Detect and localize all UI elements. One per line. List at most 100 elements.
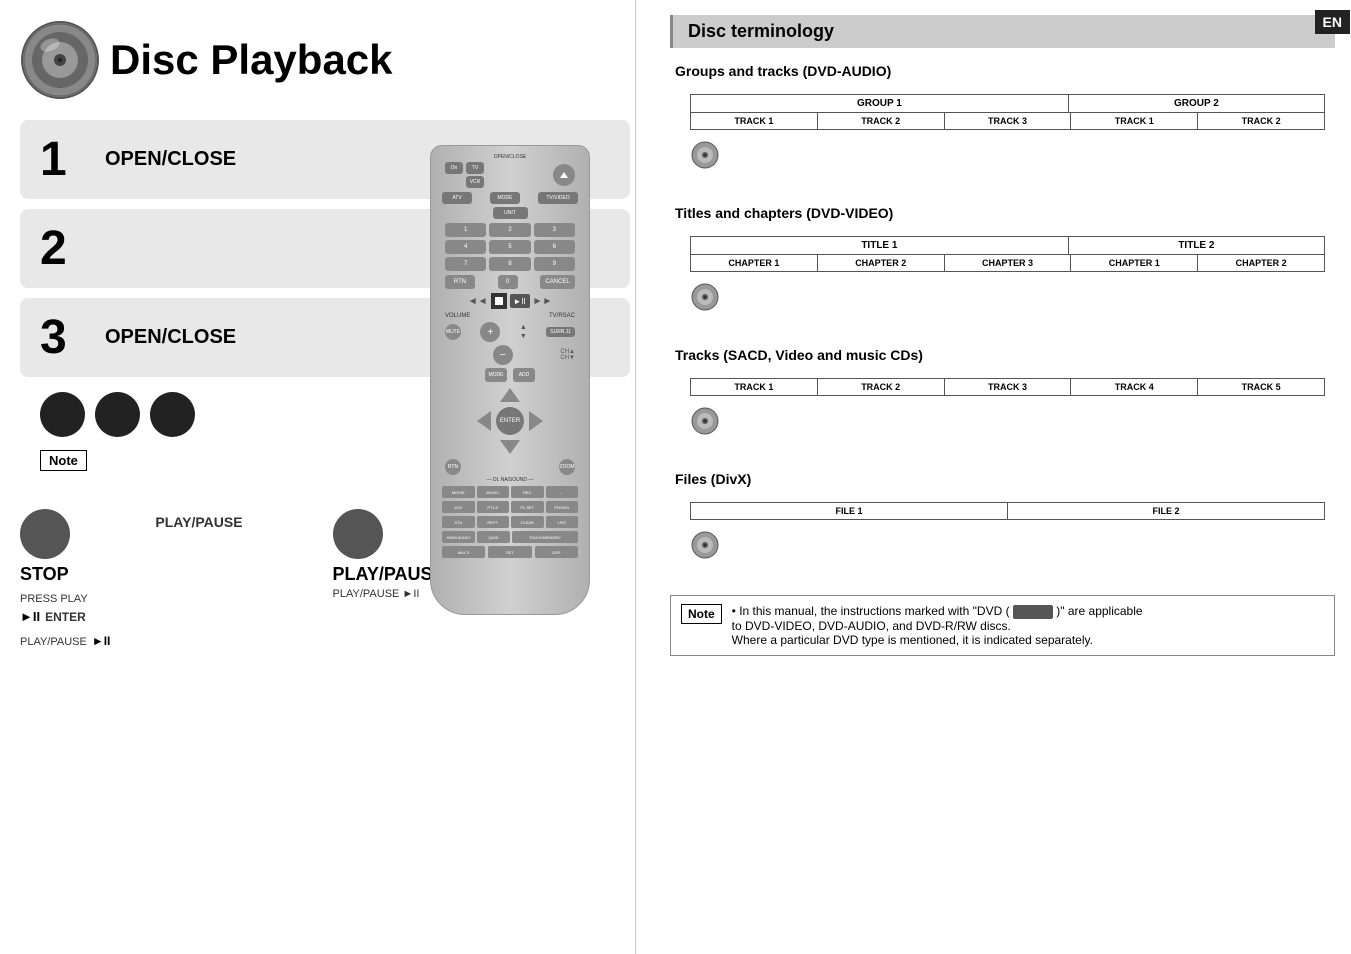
right-section: PLAY/PAUSE PLAY/PAUSE ►II xyxy=(333,509,445,600)
remote-num-0[interactable]: 0 xyxy=(498,275,518,289)
track-1: TRACK 1 xyxy=(691,113,818,129)
sacd-track-5: TRACK 5 xyxy=(1198,379,1324,395)
title-header-row: TITLE 1 TITLE 2 xyxy=(691,237,1324,255)
remote-touchmemory-btn[interactable]: TOUCHMEMORY xyxy=(512,531,578,543)
remote-openclose-label: OPEN/CLOSE xyxy=(437,154,583,160)
remote-control: OPEN/CLOSE On TV VCR ATV MODE TV/VIDEO U… xyxy=(430,145,590,615)
remote-return-btn[interactable]: RTN xyxy=(445,459,461,475)
title1-label: TITLE 1 xyxy=(691,237,1069,254)
group1-label: GROUP 1 xyxy=(691,95,1069,112)
remote-cancel-btn[interactable]: CANCEL xyxy=(540,275,575,289)
disc-symbol-2 xyxy=(690,282,720,312)
remote-music-btn[interactable]: MUSIC xyxy=(477,486,510,498)
step-2-number: 2 xyxy=(40,221,95,276)
chapter-5: CHAPTER 2 xyxy=(1198,255,1324,271)
remote-add-btn[interactable]: ADD xyxy=(513,368,535,382)
remote-multi3-btn[interactable]: DSP xyxy=(535,546,578,558)
note-text-2: )" are applicable xyxy=(1056,604,1142,618)
remote-clear-btn[interactable]: CLEAR xyxy=(511,516,544,528)
play-pause-middle-label: PLAY/PAUSE xyxy=(155,514,242,530)
remote-multi-btn[interactable]: MULTI xyxy=(442,546,485,558)
remote-nav-down[interactable] xyxy=(500,440,520,454)
remote-bottom-grid2: 2CH PT.LS PL.SET PHONO xyxy=(442,501,578,513)
play-pause-right-label: PLAY/PAUSE xyxy=(333,564,445,585)
remote-surround-btn[interactable]: SURR.11 xyxy=(546,327,575,337)
remote-chup-label: CH▲CH▼ xyxy=(560,349,575,361)
remote-num-4[interactable]: 4 xyxy=(445,240,486,254)
remote-num-6[interactable]: 6 xyxy=(534,240,575,254)
remote-sta-btn[interactable]: STA xyxy=(442,516,475,528)
remote-2ch-btn[interactable]: 2CH xyxy=(442,501,475,513)
panel-divider xyxy=(635,0,636,954)
remote-rec-btn[interactable]: REC xyxy=(511,486,544,498)
remote-nav-up[interactable] xyxy=(500,388,520,402)
remote-vcr-btn[interactable]: VCR xyxy=(466,176,484,188)
note-bottom-label: Note xyxy=(681,604,722,624)
remote-hdmi-btn[interactable]: HDMI AUDIO xyxy=(442,531,475,543)
remote-num-3[interactable]: 3 xyxy=(534,223,575,237)
remote-stop-btn[interactable] xyxy=(491,293,507,309)
remote-plset-btn[interactable]: PL.SET xyxy=(511,501,544,513)
stop-label: STOP xyxy=(20,564,69,585)
remote-multi2-btn[interactable]: SET xyxy=(488,546,531,558)
enter-label: ENTER xyxy=(45,610,86,624)
remote-nav-left[interactable] xyxy=(477,411,491,431)
remote-num-5[interactable]: 5 xyxy=(489,240,530,254)
groups-tracks-diagram: GROUP 1 GROUP 2 TRACK 1 TRACK 2 TRACK 3 … xyxy=(690,94,1325,130)
left-controls-col: PRESS PLAY ►II ENTER PLAY/PAUSE ►II xyxy=(20,590,110,648)
group-header-row: GROUP 1 GROUP 2 xyxy=(691,95,1324,113)
section1-title: Groups and tracks (DVD-AUDIO) xyxy=(675,63,1335,79)
remote-mute-btn[interactable]: MUTE xyxy=(445,324,461,340)
track-4: TRACK 1 xyxy=(1071,113,1198,129)
sacd-track-2: TRACK 2 xyxy=(818,379,945,395)
remote-num-8[interactable]: 8 xyxy=(489,257,530,271)
remote-nav-right[interactable] xyxy=(529,411,543,431)
sacd-tracks-row: TRACK 1 TRACK 2 TRACK 3 TRACK 4 TRACK 5 xyxy=(691,379,1324,395)
files-divx-diagram: FILE 1 FILE 2 xyxy=(690,502,1325,520)
remote-num-1[interactable]: 1 xyxy=(445,223,486,237)
remote-movie-btn[interactable]: MOVIE xyxy=(442,486,475,498)
remote-rew-btn[interactable]: ◄◄ xyxy=(468,296,488,307)
sacd-track-3: TRACK 3 xyxy=(945,379,1072,395)
play-pause-circle xyxy=(333,509,383,559)
remote-tv-btn[interactable]: TV xyxy=(466,162,484,174)
track-5: TRACK 2 xyxy=(1198,113,1324,129)
remote-large-btn[interactable]: LRG xyxy=(546,516,579,528)
remote-num-2[interactable]: 2 xyxy=(489,223,530,237)
disc-symbol-4 xyxy=(690,530,720,560)
remote-vol-up[interactable]: + xyxy=(480,322,500,342)
note-text-3: to DVD-VIDEO, DVD-AUDIO, and DVD-R/RW di… xyxy=(732,619,1011,633)
disc-symbol-1 xyxy=(690,140,720,170)
remote-num-9[interactable]: 9 xyxy=(534,257,575,271)
remote-atv-btn[interactable]: ATV xyxy=(442,192,472,204)
remote-num-7[interactable]: 7 xyxy=(445,257,486,271)
remote-ptls-btn[interactable]: PT.LS xyxy=(477,501,510,513)
play-pause-right-icon: PLAY/PAUSE ►II xyxy=(333,588,420,600)
remote-return-num-btn[interactable]: RTN xyxy=(445,275,475,289)
remote-bottom-grid1: MOVIE MUSIC REC ... xyxy=(442,486,578,498)
remote-zoom-btn[interactable]: ZOOM xyxy=(559,459,575,475)
remote-enter-btn[interactable]: ENTER xyxy=(496,407,524,435)
remote-unit-btn[interactable]: UNIT xyxy=(493,207,528,219)
remote-quid-btn[interactable]: QUID xyxy=(477,531,510,543)
step-3-label: OPEN/CLOSE xyxy=(105,326,236,349)
section3-title: Tracks (SACD, Video and music CDs) xyxy=(675,347,1335,363)
remote-vol-down[interactable]: − xyxy=(493,345,513,365)
section4-title: Files (DivX) xyxy=(675,471,1335,487)
remote-tvvideo-btn[interactable]: TV/VIDEO xyxy=(538,192,578,204)
chapter-1: CHAPTER 1 xyxy=(691,255,818,271)
remote-transport: ◄◄ ►II ►► xyxy=(437,293,583,309)
remote-ff-btn[interactable]: ►► xyxy=(533,296,553,307)
section-titles-chapters: Titles and chapters (DVD-VIDEO) TITLE 1 … xyxy=(670,205,1335,327)
remote-mode-btn[interactable]: MODE xyxy=(490,192,520,204)
remote-on-btn[interactable]: On xyxy=(445,162,463,174)
file-2: FILE 2 xyxy=(1008,503,1324,519)
remote-open-btn[interactable] xyxy=(553,164,575,186)
remote-volume-label: VOLUME xyxy=(445,313,470,319)
remote-zoom-row: RTN ZOOM xyxy=(437,459,583,475)
remote-bottom1-btn[interactable]: ... xyxy=(546,486,579,498)
remote-mode1-btn[interactable]: MODE xyxy=(485,368,507,382)
remote-play-pause-btn[interactable]: ►II xyxy=(510,294,530,308)
remote-phono-btn[interactable]: PHONO xyxy=(546,501,579,513)
remote-repeat-btn[interactable]: REPT xyxy=(477,516,510,528)
